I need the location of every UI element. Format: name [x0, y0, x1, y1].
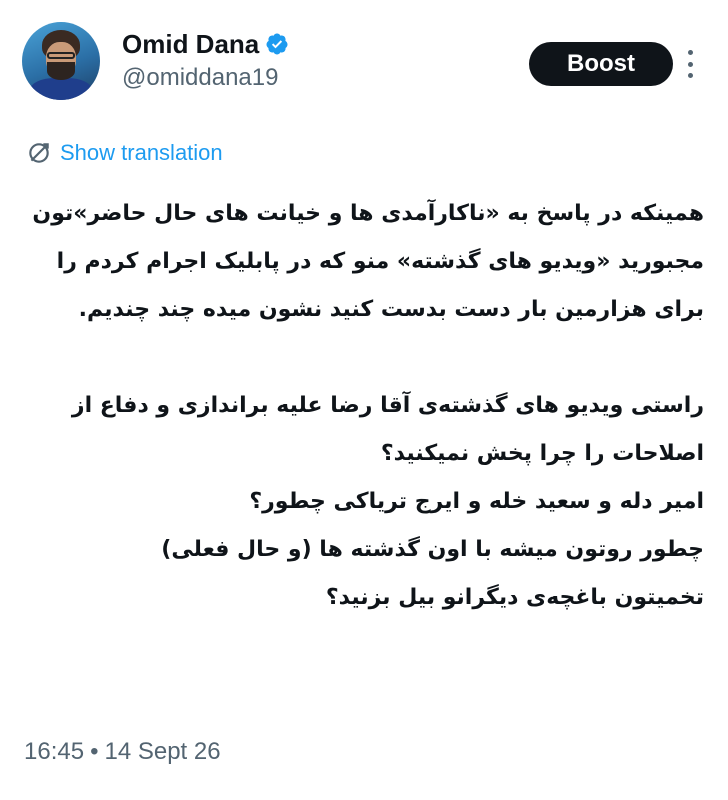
tweet-date: 14 Sept 26	[104, 738, 221, 765]
author-info[interactable]: Omid Dana @omiddana19	[122, 28, 289, 92]
display-name[interactable]: Omid Dana	[122, 29, 259, 60]
avatar-shirt	[30, 78, 92, 100]
ellipsis-dot	[687, 61, 693, 67]
tweet-line-4: چطور روتون میشه با اون گذشته ها (و حال ف…	[161, 537, 704, 562]
show-translation-link[interactable]: Show translation	[26, 140, 223, 166]
tweet-paragraph-1: همینکه در پاسخ به «ناکارآمدی ها و خیانت …	[32, 201, 704, 322]
tweet-paragraph-2: راستی ویدیو های گذشته‌ی آقا رضا علیه برا…	[71, 393, 704, 466]
tweet-timestamp[interactable]: 16:45 • 14 Sept 26	[24, 738, 221, 766]
tweet-header: Omid Dana @omiddana19 Boost	[22, 22, 708, 102]
author-handle[interactable]: @omiddana19	[122, 64, 289, 92]
tweet-text: همینکه در پاسخ به «ناکارآمدی ها و خیانت …	[24, 190, 704, 622]
boost-button[interactable]: Boost	[529, 42, 673, 86]
show-translation-label[interactable]: Show translation	[60, 140, 223, 166]
ellipsis-dot	[687, 50, 693, 55]
avatar[interactable]	[22, 22, 100, 100]
avatar-glasses	[47, 52, 75, 59]
tweet-line-5: تخمیتون باغچه‌ی دیگرانو بیل بزنید؟	[325, 585, 704, 610]
meta-separator: •	[90, 738, 99, 765]
name-row: Omid Dana	[122, 28, 289, 60]
ellipsis-dot	[687, 73, 693, 78]
translate-icon	[29, 143, 49, 163]
vertical-ellipsis-icon[interactable]	[682, 50, 698, 78]
tweet-time: 16:45	[24, 738, 85, 765]
verified-badge-icon	[266, 33, 288, 55]
tweet-line-3: امیر دله و سعید خله و ایرج تریاکی چطور؟	[249, 489, 704, 514]
avatar-beard	[47, 62, 75, 80]
